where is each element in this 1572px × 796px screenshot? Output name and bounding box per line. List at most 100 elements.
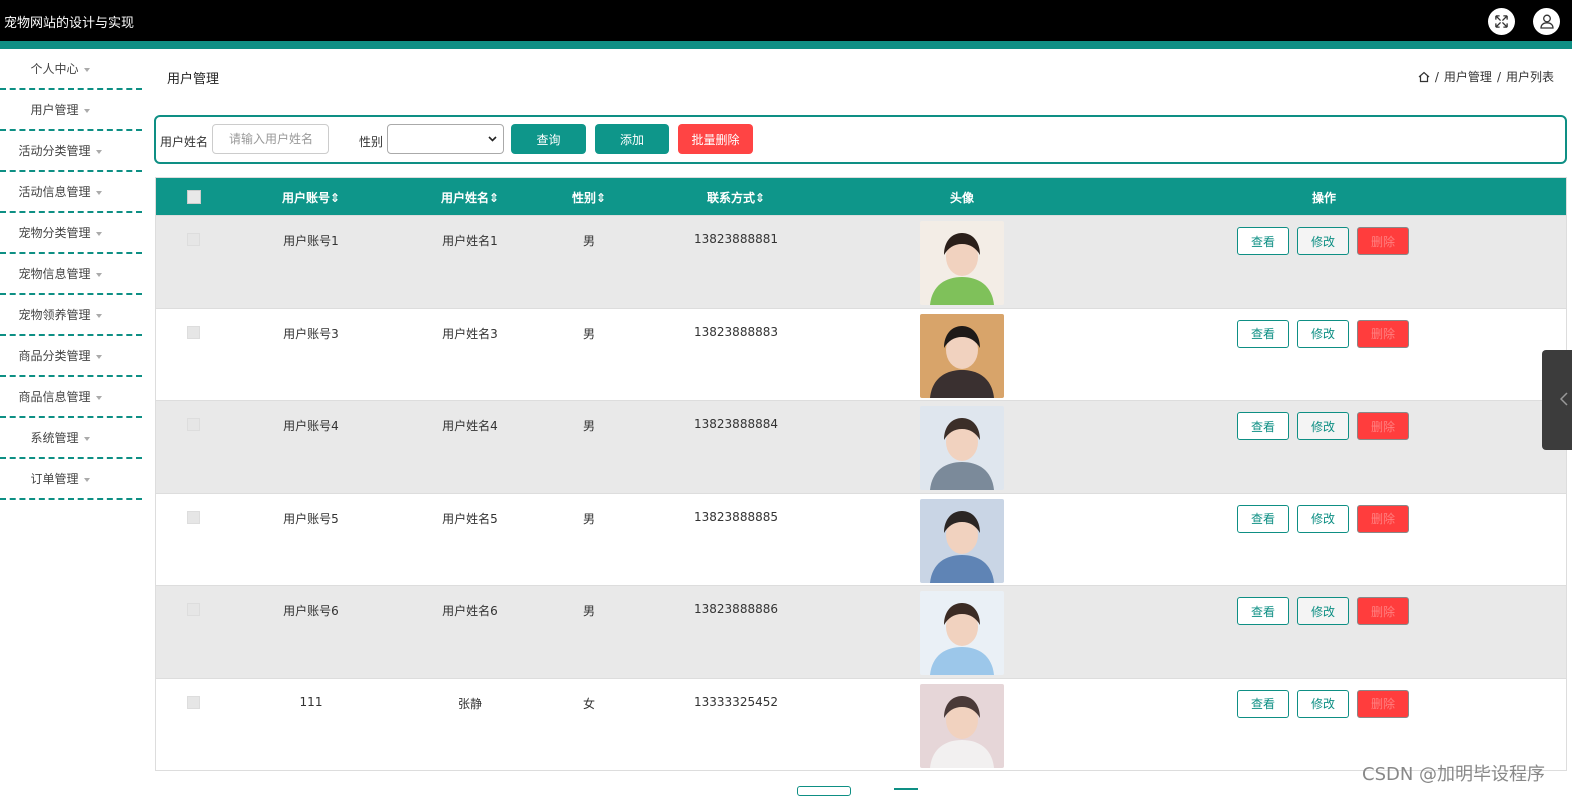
cell-gender: 男 [582, 326, 596, 341]
view-button[interactable]: 查看 [1237, 227, 1289, 255]
cell-name: 用户姓名6 [442, 604, 498, 618]
sidebar-item-label: 宠物领养管理 [18, 308, 91, 322]
header-accent-line [0, 41, 1572, 49]
view-button[interactable]: 查看 [1237, 412, 1289, 440]
edit-button[interactable]: 修改 [1297, 319, 1349, 348]
sidebar-item-label: 用户管理 [30, 103, 79, 117]
side-collapse-tab[interactable] [1542, 350, 1572, 450]
cell-name: 用户姓名3 [442, 326, 498, 341]
avatar [920, 683, 1004, 768]
sidebar-item-label: 活动分类管理 [18, 144, 91, 158]
sidebar-item-pet-adoption[interactable]: 宠物领养管理 [0, 295, 142, 336]
fullscreen-icon[interactable] [1488, 8, 1515, 35]
view-button[interactable]: 查看 [1237, 319, 1289, 348]
query-button[interactable]: 查询 [511, 124, 586, 154]
edit-button[interactable]: 修改 [1297, 227, 1349, 255]
breadcrumb-item: 用户列表 [1505, 70, 1554, 84]
chevron-left-icon [1560, 392, 1568, 406]
sidebar-item-activity-category[interactable]: 活动分类管理 [0, 131, 142, 172]
caret-down-icon [95, 313, 102, 318]
row-checkbox[interactable] [187, 510, 200, 524]
edit-button[interactable]: 修改 [1297, 597, 1349, 625]
cell-phone: 13823888883 [694, 324, 778, 339]
sidebar-item-pet-category[interactable]: 宠物分类管理 [0, 213, 142, 254]
column-header-gender[interactable]: 性别⇕ [572, 189, 606, 206]
column-header-account[interactable]: 用户账号⇕ [282, 189, 340, 206]
column-header-name[interactable]: 用户姓名⇕ [441, 189, 499, 206]
row-checkbox[interactable] [187, 603, 200, 616]
caret-down-icon [95, 395, 102, 400]
cell-name: 用户姓名4 [442, 419, 498, 433]
breadcrumb-item[interactable]: 用户管理 [1444, 68, 1492, 85]
select-all-checkbox[interactable] [187, 190, 201, 204]
breadcrumb: / 用户管理 / 用户列表 [1418, 68, 1554, 85]
sidebar-item-pet-info[interactable]: 宠物信息管理 [0, 254, 142, 295]
cell-phone: 13823888885 [694, 509, 778, 524]
cell-account: 用户账号1 [283, 234, 339, 248]
view-button[interactable]: 查看 [1237, 689, 1289, 718]
watermark: CSDN @加明毕设程序 [1362, 764, 1546, 785]
sidebar-item-product-info[interactable]: 商品信息管理 [0, 377, 142, 418]
cell-gender: 男 [582, 419, 596, 433]
sidebar-item-system[interactable]: 系统管理 [0, 418, 142, 459]
delete-button[interactable]: 删除 [1357, 412, 1409, 440]
avatar [920, 591, 1004, 675]
delete-button[interactable]: 删除 [1357, 597, 1409, 625]
user-icon[interactable] [1533, 8, 1560, 35]
avatar [920, 313, 1004, 398]
row-checkbox[interactable] [187, 233, 200, 246]
row-checkbox[interactable] [187, 418, 200, 431]
view-button[interactable]: 查看 [1237, 597, 1289, 625]
name-search-input[interactable] [212, 124, 329, 154]
row-checkbox[interactable] [187, 325, 200, 339]
caret-down-icon [83, 477, 90, 482]
table-row: 111 张静 女 13333325452 查看 修改 删除 [156, 677, 1566, 771]
cell-gender: 女 [582, 696, 596, 711]
breadcrumb-separator: / [1496, 69, 1501, 84]
sidebar-item-user-management[interactable]: 用户管理 [0, 90, 142, 131]
edit-button[interactable]: 修改 [1297, 412, 1349, 440]
caret-down-icon [83, 436, 90, 441]
delete-button[interactable]: 删除 [1357, 319, 1409, 348]
view-button[interactable]: 查看 [1237, 504, 1289, 533]
column-header-phone[interactable]: 联系方式⇕ [707, 189, 765, 206]
table-row: 用户账号4 用户姓名4 男 13823888884 查看 修改 删除 [156, 400, 1566, 493]
sidebar-item-label: 宠物分类管理 [18, 226, 91, 240]
pagination-page[interactable] [894, 788, 918, 796]
column-header-actions: 操作 [1311, 191, 1337, 205]
avatar [920, 221, 1004, 305]
edit-button[interactable]: 修改 [1297, 689, 1349, 718]
add-button[interactable]: 添加 [595, 124, 669, 154]
row-checkbox[interactable] [187, 695, 200, 709]
sidebar-item-orders[interactable]: 订单管理 [0, 459, 142, 500]
caret-down-icon [95, 272, 102, 277]
pagination-control[interactable] [797, 786, 851, 796]
cell-name: 张静 [457, 696, 483, 711]
delete-button[interactable]: 删除 [1357, 689, 1409, 718]
sidebar-item-label: 商品分类管理 [18, 349, 91, 363]
sidebar-item-label: 个人中心 [30, 62, 79, 76]
delete-button[interactable]: 删除 [1357, 227, 1409, 255]
cell-name: 用户姓名1 [442, 234, 498, 248]
sidebar-item-product-category[interactable]: 商品分类管理 [0, 336, 142, 377]
edit-button[interactable]: 修改 [1297, 504, 1349, 533]
home-icon[interactable] [1418, 71, 1430, 83]
sidebar-item-activity-info[interactable]: 活动信息管理 [0, 172, 142, 213]
delete-button[interactable]: 删除 [1357, 504, 1409, 533]
cell-gender: 男 [582, 234, 596, 248]
sidebar-item-personal-center[interactable]: 个人中心 [0, 49, 142, 90]
sidebar-item-label: 宠物信息管理 [18, 267, 91, 281]
sidebar-item-label: 活动信息管理 [18, 185, 91, 199]
cell-gender: 男 [582, 511, 596, 526]
table-row: 用户账号6 用户姓名6 男 13823888886 查看 修改 删除 [156, 585, 1566, 678]
gender-select[interactable] [387, 124, 504, 154]
gender-filter-label: 性别 [359, 135, 384, 149]
breadcrumb-separator: / [1434, 69, 1439, 84]
user-table: 用户账号⇕ 用户姓名⇕ 性别⇕ 联系方式⇕ 头像 操作 用户账号1 用户姓名1 … [155, 177, 1567, 771]
top-bar: 宠物网站的设计与实现 [0, 0, 1572, 41]
batch-delete-button[interactable]: 批量删除 [678, 124, 753, 154]
cell-phone: 13823888881 [694, 232, 778, 246]
cell-name: 用户姓名5 [442, 511, 498, 526]
sidebar-item-label: 系统管理 [30, 431, 79, 445]
page-title: 用户管理 [167, 72, 220, 87]
